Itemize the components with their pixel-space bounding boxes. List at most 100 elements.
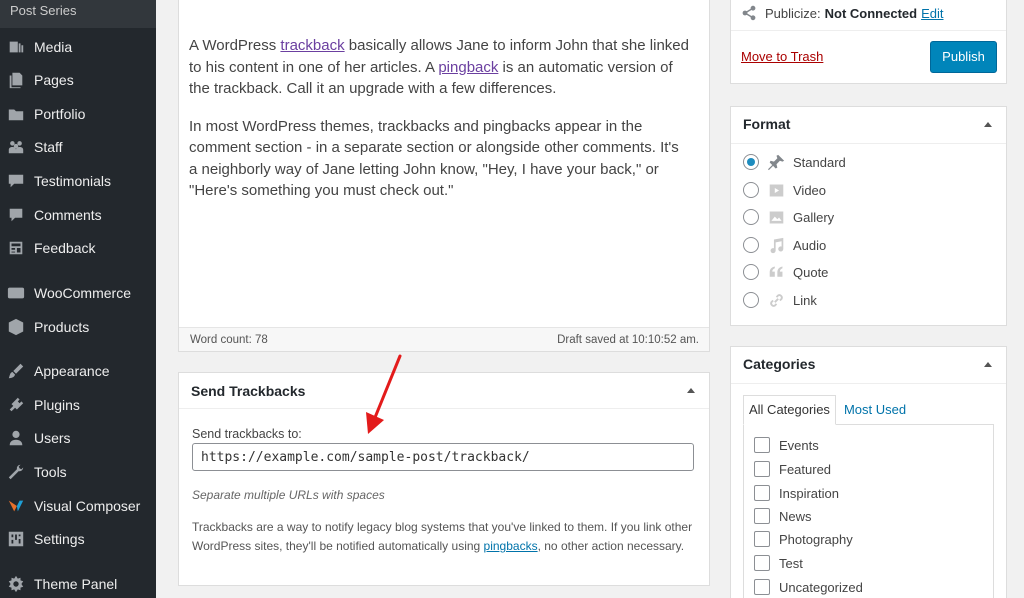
radio-button[interactable] bbox=[743, 264, 759, 280]
sidebar-item-settings[interactable]: Settings bbox=[0, 522, 156, 556]
publicize-edit-link[interactable]: Edit bbox=[921, 6, 943, 21]
sidebar-item-label: Plugins bbox=[34, 397, 80, 413]
post-editor[interactable]: A WordPress trackback basically allows J… bbox=[178, 0, 710, 352]
publish-box: Publicize: Not Connected Edit Move to Tr… bbox=[730, 0, 1007, 84]
send-trackbacks-title: Send Trackbacks bbox=[191, 383, 306, 399]
categories-title: Categories bbox=[743, 356, 816, 372]
radio-button[interactable] bbox=[743, 154, 759, 170]
publish-button[interactable]: Publish bbox=[930, 41, 997, 73]
sidebar-item-users[interactable]: Users bbox=[0, 421, 156, 455]
sidebar-item-plugins[interactable]: Plugins bbox=[0, 388, 156, 422]
category-item-test[interactable]: Test bbox=[754, 553, 803, 573]
pingback-link[interactable]: pingback bbox=[438, 59, 498, 76]
visual-composer-icon bbox=[6, 496, 26, 516]
category-item-featured[interactable]: Featured bbox=[754, 459, 831, 479]
sidebar-item-appearance[interactable]: Appearance bbox=[0, 354, 156, 388]
share-icon bbox=[742, 5, 756, 21]
tab-all-categories[interactable]: All Categories bbox=[743, 395, 836, 425]
sidebar-item-pages[interactable]: Pages bbox=[0, 63, 156, 97]
sidebar-item-label: Theme Panel bbox=[34, 576, 118, 592]
radio-button[interactable] bbox=[743, 237, 759, 253]
sidebar-item-label: Appearance bbox=[34, 363, 110, 379]
sidebar-item-products[interactable]: Products bbox=[0, 310, 156, 344]
publicize-status: Not Connected bbox=[824, 5, 918, 21]
category-item-inspiration[interactable]: Inspiration bbox=[754, 483, 839, 503]
sidebar-item-label: Staff bbox=[34, 139, 63, 155]
admin-sidebar: Post Series Media Pages Portfolio Staff … bbox=[0, 0, 156, 598]
format-option-link[interactable]: Link bbox=[743, 290, 817, 310]
sidebar-item-label: Feedback bbox=[34, 240, 96, 256]
editor-content[interactable]: A WordPress trackback basically allows J… bbox=[189, 35, 689, 218]
format-option-label: Gallery bbox=[793, 209, 835, 225]
checkbox[interactable] bbox=[754, 579, 770, 595]
sidebar-item-theme-panel[interactable]: Theme Panel bbox=[0, 567, 156, 598]
publicize-label: Publicize: bbox=[765, 5, 821, 21]
sidebar-item-visual-composer[interactable]: Visual Composer bbox=[0, 489, 156, 523]
sidebar-item-post-series[interactable]: Post Series bbox=[0, 0, 156, 28]
sidebar-item-feedback[interactable]: Feedback bbox=[0, 231, 156, 265]
format-header[interactable]: Format bbox=[731, 107, 1006, 144]
category-item-uncategorized[interactable]: Uncategorized bbox=[754, 577, 863, 597]
word-count: Word count: 78 bbox=[190, 334, 268, 346]
pingbacks-link[interactable]: pingbacks bbox=[484, 539, 538, 553]
tools-icon bbox=[6, 462, 26, 482]
quote-icon bbox=[767, 263, 785, 281]
sidebar-item-comments[interactable]: Comments bbox=[0, 198, 156, 232]
collapse-caret-icon[interactable] bbox=[984, 122, 992, 127]
radio-button[interactable] bbox=[743, 292, 759, 308]
sidebar-item-testimonials[interactable]: Testimonials bbox=[0, 164, 156, 198]
format-option-audio[interactable]: Audio bbox=[743, 235, 826, 255]
video-icon bbox=[767, 181, 785, 199]
checkbox[interactable] bbox=[754, 508, 770, 524]
format-option-standard[interactable]: Standard bbox=[743, 152, 846, 172]
categories-box: Categories All Categories Most Used Even… bbox=[730, 346, 1007, 598]
send-trackbacks-header[interactable]: Send Trackbacks bbox=[179, 373, 709, 409]
category-item-news[interactable]: News bbox=[754, 506, 812, 526]
sidebar-item-label: Portfolio bbox=[34, 106, 86, 122]
pin-icon bbox=[767, 153, 785, 171]
pages-icon bbox=[6, 70, 26, 90]
gallery-icon bbox=[767, 208, 785, 226]
category-item-photography[interactable]: Photography bbox=[754, 529, 853, 549]
comments-icon bbox=[6, 205, 26, 225]
audio-icon bbox=[767, 236, 785, 254]
sidebar-item-label: Pages bbox=[34, 72, 74, 88]
checkbox[interactable] bbox=[754, 531, 770, 547]
collapse-caret-icon[interactable] bbox=[984, 362, 992, 367]
sidebar-item-label: Comments bbox=[34, 207, 102, 223]
link-icon bbox=[767, 291, 785, 309]
tab-most-used[interactable]: Most Used bbox=[836, 395, 914, 425]
trackback-url-input[interactable] bbox=[192, 443, 694, 471]
sidebar-item-tools[interactable]: Tools bbox=[0, 455, 156, 489]
checkbox[interactable] bbox=[754, 437, 770, 453]
format-option-label: Video bbox=[793, 182, 827, 198]
categories-header[interactable]: Categories bbox=[731, 347, 1006, 384]
trackbacks-description: Trackbacks are a way to notify legacy bl… bbox=[192, 520, 693, 553]
radio-button[interactable] bbox=[743, 209, 759, 225]
checkbox[interactable] bbox=[754, 485, 770, 501]
sidebar-item-woocommerce[interactable]: WooCommerce bbox=[0, 276, 156, 310]
sidebar-item-media[interactable]: Media bbox=[0, 30, 156, 64]
categories-tabs: All Categories Most Used bbox=[743, 395, 914, 425]
trackback-link[interactable]: trackback bbox=[280, 37, 344, 54]
format-box: Format Standard Video Gallery Audio Quot… bbox=[730, 106, 1007, 326]
format-option-label: Quote bbox=[793, 264, 829, 280]
move-to-trash-link[interactable]: Move to Trash bbox=[741, 49, 823, 64]
sidebar-item-label: Visual Composer bbox=[34, 498, 141, 514]
plugins-icon bbox=[6, 395, 26, 415]
divider bbox=[731, 30, 1006, 31]
format-option-quote[interactable]: Quote bbox=[743, 262, 828, 282]
sidebar-item-label: WooCommerce bbox=[34, 285, 131, 301]
radio-button[interactable] bbox=[743, 182, 759, 198]
annotation-arrow-icon bbox=[366, 354, 402, 434]
checkbox[interactable] bbox=[754, 555, 770, 571]
editor-paragraph-2: In most WordPress themes, trackbacks and… bbox=[189, 117, 679, 200]
collapse-caret-icon[interactable] bbox=[687, 388, 695, 393]
format-option-label: Link bbox=[793, 292, 817, 308]
sidebar-item-portfolio[interactable]: Portfolio bbox=[0, 97, 156, 131]
format-option-gallery[interactable]: Gallery bbox=[743, 207, 834, 227]
format-option-video[interactable]: Video bbox=[743, 180, 826, 200]
sidebar-item-staff[interactable]: Staff bbox=[0, 130, 156, 164]
checkbox[interactable] bbox=[754, 461, 770, 477]
category-item-events[interactable]: Events bbox=[754, 435, 819, 455]
